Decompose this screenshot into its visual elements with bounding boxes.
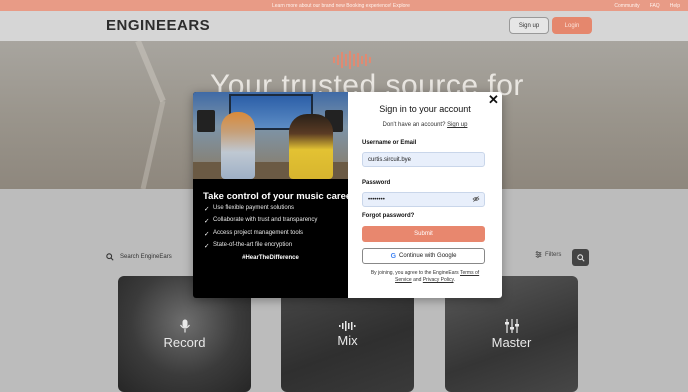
studio-photo xyxy=(193,92,348,179)
check-icon: ✓ xyxy=(204,231,210,238)
person-right xyxy=(289,114,333,179)
google-icon: G xyxy=(390,252,397,260)
speaker-left xyxy=(197,110,215,132)
username-value: curtis.sircuit.bye xyxy=(368,156,412,163)
logo[interactable]: ENGINEEARS xyxy=(106,17,210,34)
username-label: Username or Email xyxy=(362,140,417,146)
banner-links: Community FAQ Help xyxy=(614,3,680,9)
card-label: Master xyxy=(491,334,532,350)
eye-slash-icon[interactable] xyxy=(472,196,480,204)
terms-prefix: By joining, you agree to the EngineEars xyxy=(370,270,459,276)
check-icon: ✓ xyxy=(204,206,210,213)
promo-headline: Take control of your music career. xyxy=(203,191,357,202)
filters-label: Filters xyxy=(545,251,562,258)
signup-button[interactable]: Sign up xyxy=(509,17,549,34)
check-icon: ✓ xyxy=(204,243,210,250)
google-button-label: Continue with Google xyxy=(399,253,457,259)
search-bar[interactable]: Search EngineEars xyxy=(106,249,196,265)
terms-suffix: . xyxy=(453,277,455,283)
password-input[interactable]: •••••••• xyxy=(362,192,485,207)
search-icon xyxy=(576,253,585,262)
terms-and: and xyxy=(413,277,422,283)
forgot-password-link[interactable]: Forgot password? xyxy=(362,213,414,219)
feature-item: ✓ Access project management tools xyxy=(204,230,304,238)
signin-title: Sign in to your account xyxy=(379,104,471,114)
top-nav: ENGINEEARS Sign up Login xyxy=(0,11,688,41)
password-value: •••••••• xyxy=(368,196,385,203)
banner-link-faq[interactable]: FAQ xyxy=(650,3,660,9)
feature-item: ✓ Collaborate with trust and transparency xyxy=(204,217,318,225)
feature-text: Collaborate with trust and transparency xyxy=(213,217,318,223)
search-placeholder: Search EngineEars xyxy=(120,254,172,260)
username-input[interactable]: curtis.sircuit.bye xyxy=(362,152,485,167)
signin-modal: Take control of your music career. ✓ Use … xyxy=(193,92,502,298)
feature-item: ✓ State-of-the-art file encryption xyxy=(204,242,293,250)
sliders-icon xyxy=(504,318,519,333)
banner-link-community[interactable]: Community xyxy=(614,3,639,9)
filter-icon xyxy=(535,251,542,258)
check-icon: ✓ xyxy=(204,218,210,225)
terms-text: By joining, you agree to the EngineEars … xyxy=(362,270,488,284)
person-left xyxy=(221,112,255,179)
waveform-icon xyxy=(338,320,355,331)
signin-form-panel: Sign in to your account Don't have an ac… xyxy=(348,92,502,298)
card-label: Record xyxy=(163,334,206,350)
no-account-text: Don't have an account? Sign up xyxy=(348,122,502,128)
feature-text: Use flexible payment solutions xyxy=(213,205,295,211)
feature-item: ✓ Use flexible payment solutions xyxy=(204,205,295,213)
banner-message[interactable]: Learn more about our brand new Booking e… xyxy=(272,3,410,9)
microphone-icon xyxy=(179,319,190,332)
banner-link-help[interactable]: Help xyxy=(670,3,680,9)
feature-text: State-of-the-art file encryption xyxy=(213,242,293,248)
privacy-policy-link[interactable]: Privacy Policy xyxy=(423,277,454,283)
promo-banner: Learn more about our brand new Booking e… xyxy=(0,0,688,11)
close-icon[interactable]: ✕ xyxy=(488,93,499,107)
signup-link[interactable]: Sign up xyxy=(447,122,467,128)
google-signin-button[interactable]: G Continue with Google xyxy=(362,248,485,264)
search-submit-button[interactable] xyxy=(572,249,589,266)
feature-text: Access project management tools xyxy=(213,230,304,236)
password-label: Password xyxy=(362,180,391,186)
no-account-label: Don't have an account? xyxy=(382,122,446,128)
hashtag: #HearTheDifference xyxy=(242,255,299,261)
filters-button[interactable]: Filters xyxy=(535,251,561,258)
waveform-icon xyxy=(333,51,371,69)
submit-button[interactable]: Submit xyxy=(362,226,485,242)
modal-promo-panel: Take control of your music career. ✓ Use … xyxy=(193,92,357,298)
login-button[interactable]: Login xyxy=(552,17,592,34)
search-icon xyxy=(106,253,114,261)
lamp-graphic xyxy=(135,41,166,189)
card-label: Mix xyxy=(337,332,358,348)
